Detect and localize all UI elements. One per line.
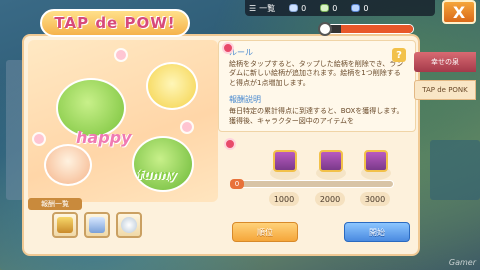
reward-chest-icon[interactable] [273, 150, 297, 172]
happy-text: happy [76, 128, 132, 147]
orange-crab-character [44, 144, 92, 186]
dropdown-selector[interactable]: ☰ 一覧 [249, 3, 275, 14]
reward-heading: 報酬説明 [229, 95, 261, 105]
reward-chest-icon[interactable] [364, 150, 388, 172]
clock-icon [318, 22, 332, 36]
gold-chest-icon [57, 217, 73, 233]
resource-green-gem: 0 [320, 4, 337, 13]
score-progress-bar [232, 180, 394, 188]
costume-icon [89, 217, 105, 233]
reward-chest-icon[interactable] [319, 150, 343, 172]
start-button[interactable]: 開始 [344, 222, 410, 242]
help-icon[interactable]: ? [392, 48, 406, 62]
flower-petal [114, 48, 128, 62]
rule-text: 絵柄をタップすると、タップした絵柄を削除でき、ランダムに新しい絵柄が追加されます… [229, 60, 404, 87]
reward-slot[interactable] [116, 212, 142, 238]
green-gem-icon [320, 4, 330, 12]
tab-fountain[interactable]: 幸せの泉 [414, 52, 476, 72]
close-icon: X [452, 2, 466, 22]
resource-value: 0 [332, 3, 338, 13]
milestone-1000: 1000 [269, 192, 299, 206]
milestone-2000: 2000 [315, 192, 345, 206]
milestone-3000: 3000 [360, 192, 390, 206]
rule-heading: ルール [229, 48, 253, 57]
background-roof [430, 140, 480, 200]
watermark: Gamer [448, 258, 476, 267]
flower-petal [32, 132, 46, 146]
tab-tap-de-ponk[interactable]: TAP de PONK [414, 80, 476, 100]
gem-icon [289, 4, 299, 12]
menu-icon: ☰ [249, 3, 257, 13]
reward-text: 毎日特定の累計得点に到達すると、BOXを獲得します。獲得後、キャラクター図中のア… [229, 107, 404, 125]
rules-panel: ルール 絵柄をタップすると、タップした絵柄を削除でき、ランダムに新しい絵柄が追加… [218, 40, 416, 132]
resource-value: 0 [363, 3, 369, 13]
funny-text: funny [138, 168, 177, 182]
reward-slot[interactable] [52, 212, 78, 238]
close-button[interactable]: X [442, 0, 476, 24]
shell-icon [121, 217, 137, 233]
event-timer-bar [322, 24, 414, 34]
window-title: TAP de POW! [40, 9, 190, 37]
resource-blue-gem: 0 [351, 4, 368, 13]
dropdown-label: 一覧 [259, 3, 276, 13]
score-start-value: 0 [230, 179, 244, 189]
blue-gem-icon [351, 4, 361, 12]
rewards-label: 報酬一覧 [28, 198, 82, 210]
rank-button[interactable]: 順位 [232, 222, 298, 242]
reward-slot[interactable] [84, 212, 110, 238]
green-leaf-character-small [132, 136, 194, 192]
yellow-star-character [146, 62, 198, 110]
resource-value: 0 [301, 3, 307, 13]
flower-icon [222, 42, 234, 54]
resource-gem: 0 [289, 4, 306, 13]
flower-icon [224, 138, 236, 150]
flower-petal [180, 120, 194, 134]
event-art: happy funny [28, 40, 218, 202]
resource-bar: ☰ 一覧 0 0 0 [245, 0, 435, 16]
